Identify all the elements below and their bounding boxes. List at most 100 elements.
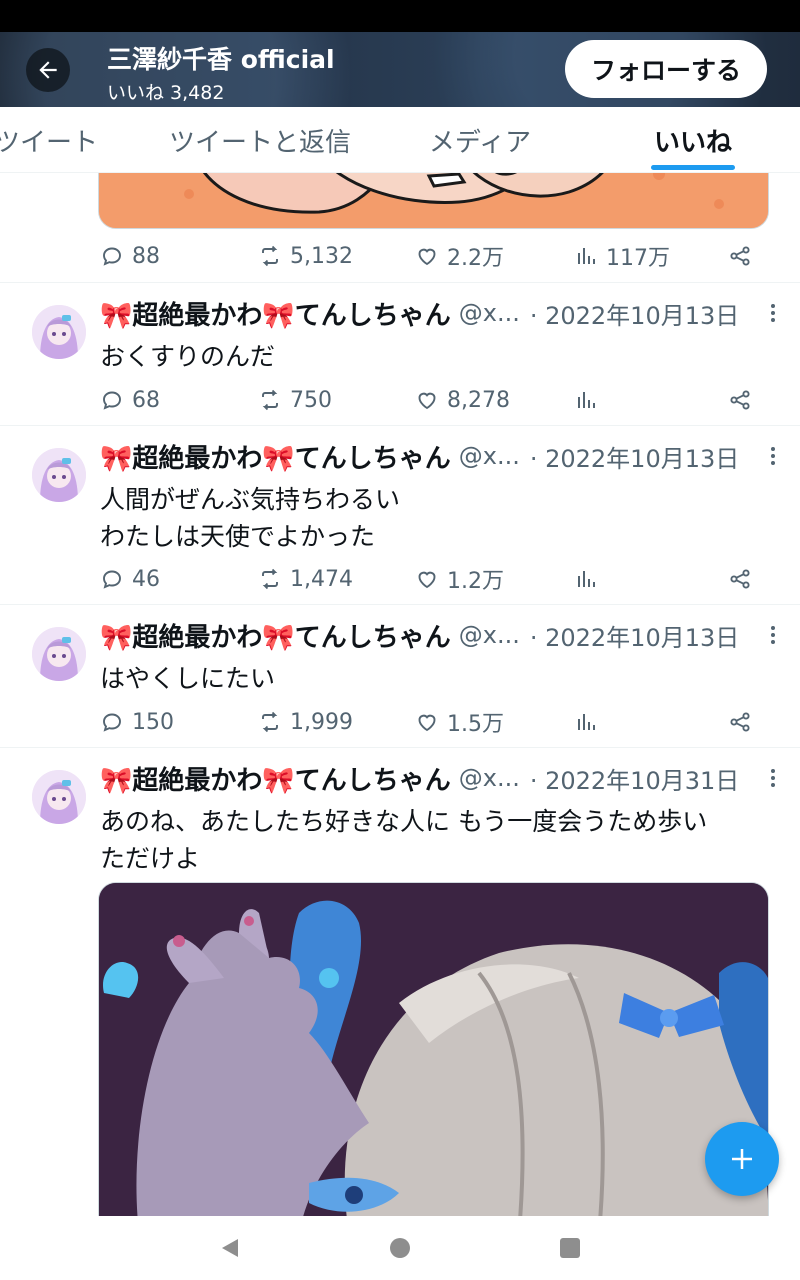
tab-tweets[interactable]: ツイート bbox=[0, 107, 104, 173]
like-count: 8,278 bbox=[447, 387, 510, 413]
author-handle[interactable]: @x... bbox=[459, 764, 520, 792]
nav-recents-icon bbox=[560, 1238, 580, 1258]
tweet-actions: 150 1,999 1.5万 bbox=[100, 707, 760, 737]
reply-button[interactable]: 150 bbox=[100, 707, 174, 737]
retweet-count: 750 bbox=[290, 387, 332, 413]
views-button[interactable] bbox=[574, 564, 598, 594]
like-button[interactable]: 1.2万 bbox=[415, 564, 504, 594]
views-icon bbox=[578, 392, 595, 408]
more-options-button[interactable] bbox=[766, 759, 780, 797]
timeline[interactable]: 88 5,132 2.2万 117万 🎀超絶最かわ🎀てんしちゃん @x... ·… bbox=[0, 173, 800, 1216]
like-icon bbox=[418, 248, 436, 266]
more-icon bbox=[771, 769, 775, 787]
tab-media[interactable]: メディア bbox=[410, 107, 550, 173]
retweet-button[interactable]: 750 bbox=[258, 385, 332, 415]
views-count: 117万 bbox=[606, 246, 670, 271]
share-button[interactable] bbox=[728, 707, 752, 737]
views-button[interactable] bbox=[574, 707, 598, 737]
avatar[interactable] bbox=[32, 448, 86, 502]
tweet-item[interactable]: 🎀超絶最かわ🎀てんしちゃん @x... · 2022年10月13日 人間がぜんぶ… bbox=[0, 426, 800, 604]
share-button[interactable] bbox=[728, 385, 752, 415]
likes-count: いいね 3,482 bbox=[107, 82, 225, 104]
reply-count: 88 bbox=[132, 243, 160, 269]
share-button[interactable] bbox=[728, 241, 752, 271]
nav-back-button[interactable] bbox=[216, 1234, 244, 1262]
more-options-button[interactable] bbox=[766, 294, 780, 332]
reply-button[interactable]: 68 bbox=[100, 385, 160, 415]
like-icon bbox=[418, 392, 436, 410]
reply-button[interactable]: 88 bbox=[100, 241, 160, 271]
author-handle[interactable]: @x... bbox=[459, 299, 520, 327]
tweet-header: 🎀超絶最かわ🎀てんしちゃん @x... · 2022年10月13日 bbox=[100, 437, 739, 475]
avatar[interactable] bbox=[32, 627, 86, 681]
nav-recents-button[interactable] bbox=[556, 1234, 584, 1262]
retweet-count: 5,132 bbox=[290, 243, 353, 269]
nav-back-icon bbox=[222, 1239, 238, 1257]
status-bar bbox=[0, 0, 800, 32]
like-button[interactable]: 1.5万 bbox=[415, 707, 504, 737]
retweet-button[interactable]: 1,999 bbox=[258, 707, 353, 737]
author-handle[interactable]: @x... bbox=[459, 442, 520, 470]
author-name[interactable]: 🎀超絶最かわ🎀てんしちゃん bbox=[100, 438, 451, 475]
author-name[interactable]: 🎀超絶最かわ🎀てんしちゃん bbox=[100, 617, 451, 654]
tweet-item[interactable]: 🎀超絶最かわ🎀てんしちゃん @x... · 2022年10月13日 はやくしにた… bbox=[0, 605, 800, 747]
share-button[interactable] bbox=[728, 564, 752, 594]
retweet-icon bbox=[262, 568, 278, 590]
retweet-count: 1,999 bbox=[290, 709, 353, 735]
more-options-button[interactable] bbox=[766, 437, 780, 475]
more-options-button[interactable] bbox=[766, 616, 780, 654]
tweet-media-image[interactable] bbox=[98, 882, 769, 1216]
more-icon bbox=[771, 447, 775, 465]
views-button[interactable] bbox=[574, 385, 598, 415]
tab-likes[interactable]: いいね bbox=[620, 107, 766, 173]
more-icon bbox=[771, 626, 775, 644]
more-icon bbox=[771, 304, 775, 322]
compose-tweet-button[interactable] bbox=[705, 1122, 779, 1196]
active-tab-indicator bbox=[651, 165, 735, 170]
retweet-button[interactable]: 5,132 bbox=[258, 241, 353, 271]
views-icon bbox=[578, 714, 595, 730]
retweet-button[interactable]: 1,474 bbox=[258, 564, 353, 594]
compose-plus-icon bbox=[732, 1149, 752, 1169]
tweet-date[interactable]: · 2022年10月31日 bbox=[530, 761, 739, 796]
tweet-date[interactable]: · 2022年10月13日 bbox=[530, 439, 739, 474]
tweet-date[interactable]: · 2022年10月13日 bbox=[530, 618, 739, 653]
tweet-text: あのね、あたしたち好きな人に もう一度会うため歩い ただけよ bbox=[100, 803, 770, 877]
avatar-image bbox=[32, 305, 86, 359]
tweet-text-line: 人間がぜんぶ気持ちわるい bbox=[100, 485, 401, 514]
nav-home-button[interactable] bbox=[386, 1234, 414, 1262]
media-illustration bbox=[99, 883, 768, 1216]
tweet-date[interactable]: · 2022年10月13日 bbox=[530, 296, 739, 331]
share-icon bbox=[730, 712, 750, 732]
avatar[interactable] bbox=[32, 770, 86, 824]
author-handle[interactable]: @x... bbox=[459, 621, 520, 649]
nav-home-icon bbox=[390, 1238, 410, 1258]
avatar[interactable] bbox=[32, 305, 86, 359]
reply-icon bbox=[103, 391, 121, 410]
profile-name: 三澤紗千香 official bbox=[107, 45, 335, 74]
like-count: 1.5万 bbox=[447, 712, 504, 737]
back-button[interactable] bbox=[26, 48, 70, 92]
tweet-media-image[interactable] bbox=[98, 173, 769, 229]
avatar-image bbox=[32, 448, 86, 502]
tab-tweets-and-replies[interactable]: ツイートと返信 bbox=[150, 107, 370, 173]
avatar-image bbox=[32, 770, 86, 824]
tweet-item[interactable]: 🎀超絶最かわ🎀てんしちゃん @x... · 2022年10月13日 おくすりのん… bbox=[0, 283, 800, 425]
like-button[interactable]: 8,278 bbox=[415, 385, 510, 415]
tweet-header: 🎀超絶最かわ🎀てんしちゃん @x... · 2022年10月31日 bbox=[100, 759, 739, 797]
views-button[interactable]: 117万 bbox=[574, 241, 670, 271]
share-icon bbox=[730, 569, 750, 589]
retweet-count: 1,474 bbox=[290, 566, 353, 592]
reply-button[interactable]: 46 bbox=[100, 564, 160, 594]
back-arrow-icon bbox=[39, 61, 57, 79]
like-button[interactable]: 2.2万 bbox=[415, 241, 504, 271]
tweet-actions: 88 5,132 2.2万 117万 bbox=[100, 241, 760, 271]
author-name[interactable]: 🎀超絶最かわ🎀てんしちゃん bbox=[100, 295, 451, 332]
profile-tabs: ツイート ツイートと返信 メディア いいね bbox=[0, 107, 800, 173]
author-name[interactable]: 🎀超絶最かわ🎀てんしちゃん bbox=[100, 760, 451, 797]
reply-icon bbox=[103, 713, 121, 732]
follow-button[interactable]: フォローする bbox=[565, 40, 767, 98]
system-navigation-bar bbox=[0, 1216, 800, 1280]
reply-count: 68 bbox=[132, 387, 160, 413]
retweet-icon bbox=[262, 245, 278, 267]
